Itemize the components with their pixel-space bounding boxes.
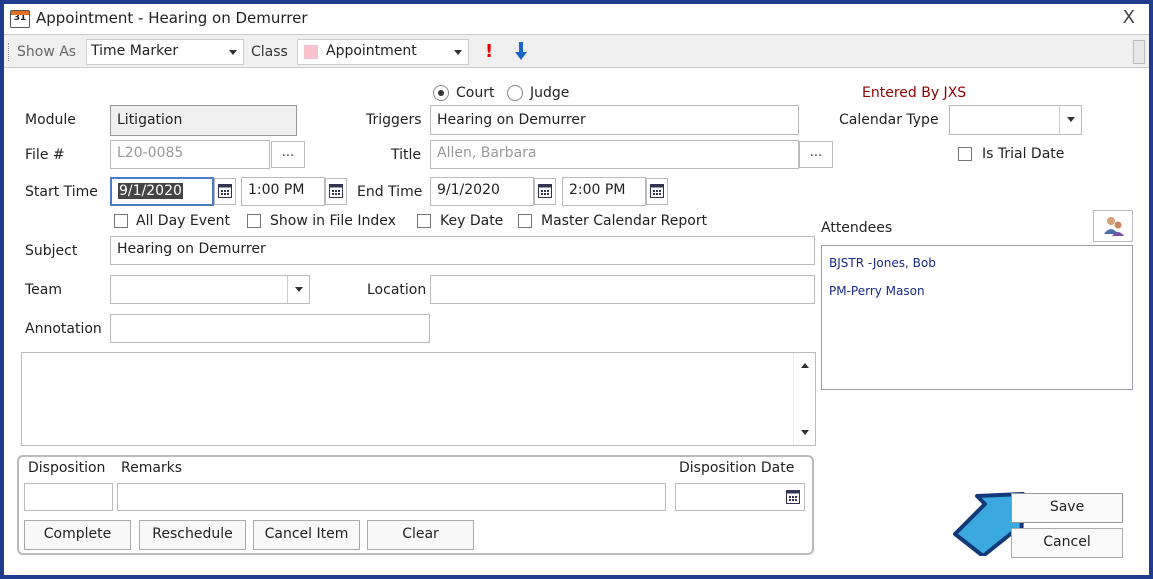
entered-by: Entered By JXS bbox=[862, 85, 967, 101]
calendar-type-label: Calendar Type bbox=[839, 112, 939, 128]
end-date-field[interactable]: 9/1/2020 bbox=[430, 177, 534, 206]
end-time-label: End Time bbox=[357, 184, 423, 200]
toolbar: Show As Time Marker Class Appointment ! bbox=[4, 34, 1149, 68]
master-calendar-report-checkbox[interactable] bbox=[518, 214, 532, 228]
arrow-down-icon[interactable] bbox=[514, 41, 528, 61]
start-date-value: 9/1/2020 bbox=[118, 183, 183, 199]
notes-scrollbar[interactable] bbox=[793, 353, 815, 445]
calendar-icon bbox=[329, 184, 343, 198]
remarks-label: Remarks bbox=[121, 460, 183, 476]
module-label: Module bbox=[25, 112, 76, 128]
judge-label: Judge bbox=[530, 85, 570, 101]
class-dropdown[interactable]: Appointment bbox=[297, 39, 469, 65]
cancel-button[interactable]: Cancel bbox=[1011, 528, 1123, 558]
attendees-label: Attendees bbox=[821, 220, 893, 236]
class-value: Appointment bbox=[326, 43, 417, 59]
key-date-label: Key Date bbox=[440, 213, 504, 229]
reschedule-button[interactable]: Reschedule bbox=[139, 520, 246, 550]
judge-radio[interactable] bbox=[507, 85, 523, 101]
title-lookup-button[interactable]: ... bbox=[799, 141, 833, 168]
location-field[interactable] bbox=[430, 275, 815, 304]
chevron-down-icon bbox=[1059, 106, 1081, 134]
complete-button[interactable]: Complete bbox=[24, 520, 131, 550]
chevron-down-icon bbox=[287, 276, 309, 303]
title-field[interactable]: Allen, Barbara bbox=[430, 140, 799, 169]
file-number-field[interactable]: L20-0085 bbox=[110, 140, 270, 169]
disposition-date-field[interactable] bbox=[675, 483, 805, 511]
end-date-calendar-button[interactable] bbox=[534, 178, 556, 205]
all-day-event-label: All Day Event bbox=[136, 213, 231, 229]
calendar-icon bbox=[538, 184, 552, 198]
toolbar-grip bbox=[8, 43, 12, 61]
clear-button[interactable]: Clear bbox=[367, 520, 474, 550]
remarks-field[interactable] bbox=[117, 483, 666, 511]
chevron-down-icon bbox=[454, 50, 462, 55]
calendar-icon: 31 bbox=[10, 10, 30, 28]
end-time-field[interactable]: 2:00 PM bbox=[562, 177, 646, 206]
master-calendar-report-label: Master Calendar Report bbox=[541, 213, 708, 229]
calendar-icon bbox=[218, 184, 232, 198]
start-time-label: Start Time bbox=[25, 184, 98, 200]
triggers-field[interactable]: Hearing on Demurrer bbox=[430, 105, 799, 135]
annotation-label: Annotation bbox=[25, 321, 102, 337]
triggers-label: Triggers bbox=[366, 112, 422, 128]
title-label: Title bbox=[391, 147, 422, 163]
subject-label: Subject bbox=[25, 243, 78, 259]
scroll-up-icon[interactable] bbox=[801, 363, 809, 368]
window-title: Appointment - Hearing on Demurrer bbox=[36, 9, 308, 27]
start-date-calendar-button[interactable] bbox=[214, 178, 236, 205]
calendar-type-dropdown[interactable] bbox=[949, 105, 1082, 135]
show-as-value: Time Marker bbox=[91, 43, 179, 59]
add-attendee-button[interactable] bbox=[1093, 210, 1133, 242]
calendar-icon bbox=[650, 184, 664, 198]
show-in-file-index-checkbox[interactable] bbox=[247, 214, 261, 228]
chevron-down-icon bbox=[229, 50, 237, 55]
high-priority-icon[interactable]: ! bbox=[485, 41, 493, 62]
start-date-field[interactable]: 9/1/2020 bbox=[110, 177, 214, 206]
show-as-dropdown[interactable]: Time Marker bbox=[86, 39, 244, 65]
notes-textarea[interactable] bbox=[21, 352, 816, 446]
module-field: Litigation bbox=[110, 105, 297, 136]
close-icon[interactable]: X bbox=[1123, 7, 1135, 28]
is-trial-date-checkbox[interactable] bbox=[958, 147, 972, 161]
key-date-checkbox[interactable] bbox=[417, 214, 431, 228]
people-icon bbox=[1104, 217, 1124, 236]
attendee-item[interactable]: BJSTR -Jones, Bob bbox=[829, 256, 936, 270]
title-bar: 31 Appointment - Hearing on Demurrer X bbox=[4, 4, 1149, 34]
is-trial-date-label: Is Trial Date bbox=[982, 146, 1065, 162]
file-label: File # bbox=[25, 147, 65, 163]
team-label: Team bbox=[25, 282, 63, 298]
cancel-item-button[interactable]: Cancel Item bbox=[253, 520, 360, 550]
start-time-picker-button[interactable] bbox=[325, 178, 347, 205]
annotation-field[interactable] bbox=[110, 314, 430, 343]
start-time-field[interactable]: 1:00 PM bbox=[241, 177, 325, 206]
all-day-event-checkbox[interactable] bbox=[114, 214, 128, 228]
location-label: Location bbox=[367, 282, 427, 298]
save-button[interactable]: Save bbox=[1011, 493, 1123, 523]
show-as-label: Show As bbox=[17, 44, 77, 60]
class-color-swatch bbox=[304, 45, 318, 59]
calendar-icon[interactable] bbox=[786, 490, 800, 504]
end-time-picker-button[interactable] bbox=[646, 178, 668, 205]
disposition-date-label: Disposition Date bbox=[679, 460, 795, 476]
show-in-file-index-label: Show in File Index bbox=[270, 213, 396, 229]
subject-field[interactable]: Hearing on Demurrer bbox=[110, 236, 815, 265]
class-label: Class bbox=[251, 44, 288, 60]
disposition-label: Disposition bbox=[28, 460, 106, 476]
scroll-down-icon[interactable] bbox=[801, 430, 809, 435]
toolbar-scroll-handle[interactable] bbox=[1133, 40, 1145, 64]
attendee-item[interactable]: PM-Perry Mason bbox=[829, 284, 925, 298]
file-lookup-button[interactable]: ... bbox=[271, 141, 305, 168]
court-radio[interactable] bbox=[433, 85, 449, 101]
disposition-field[interactable] bbox=[24, 483, 113, 511]
court-label: Court bbox=[456, 85, 495, 101]
team-dropdown[interactable] bbox=[110, 275, 310, 304]
attendees-list[interactable]: BJSTR -Jones, Bob PM-Perry Mason bbox=[821, 245, 1133, 390]
